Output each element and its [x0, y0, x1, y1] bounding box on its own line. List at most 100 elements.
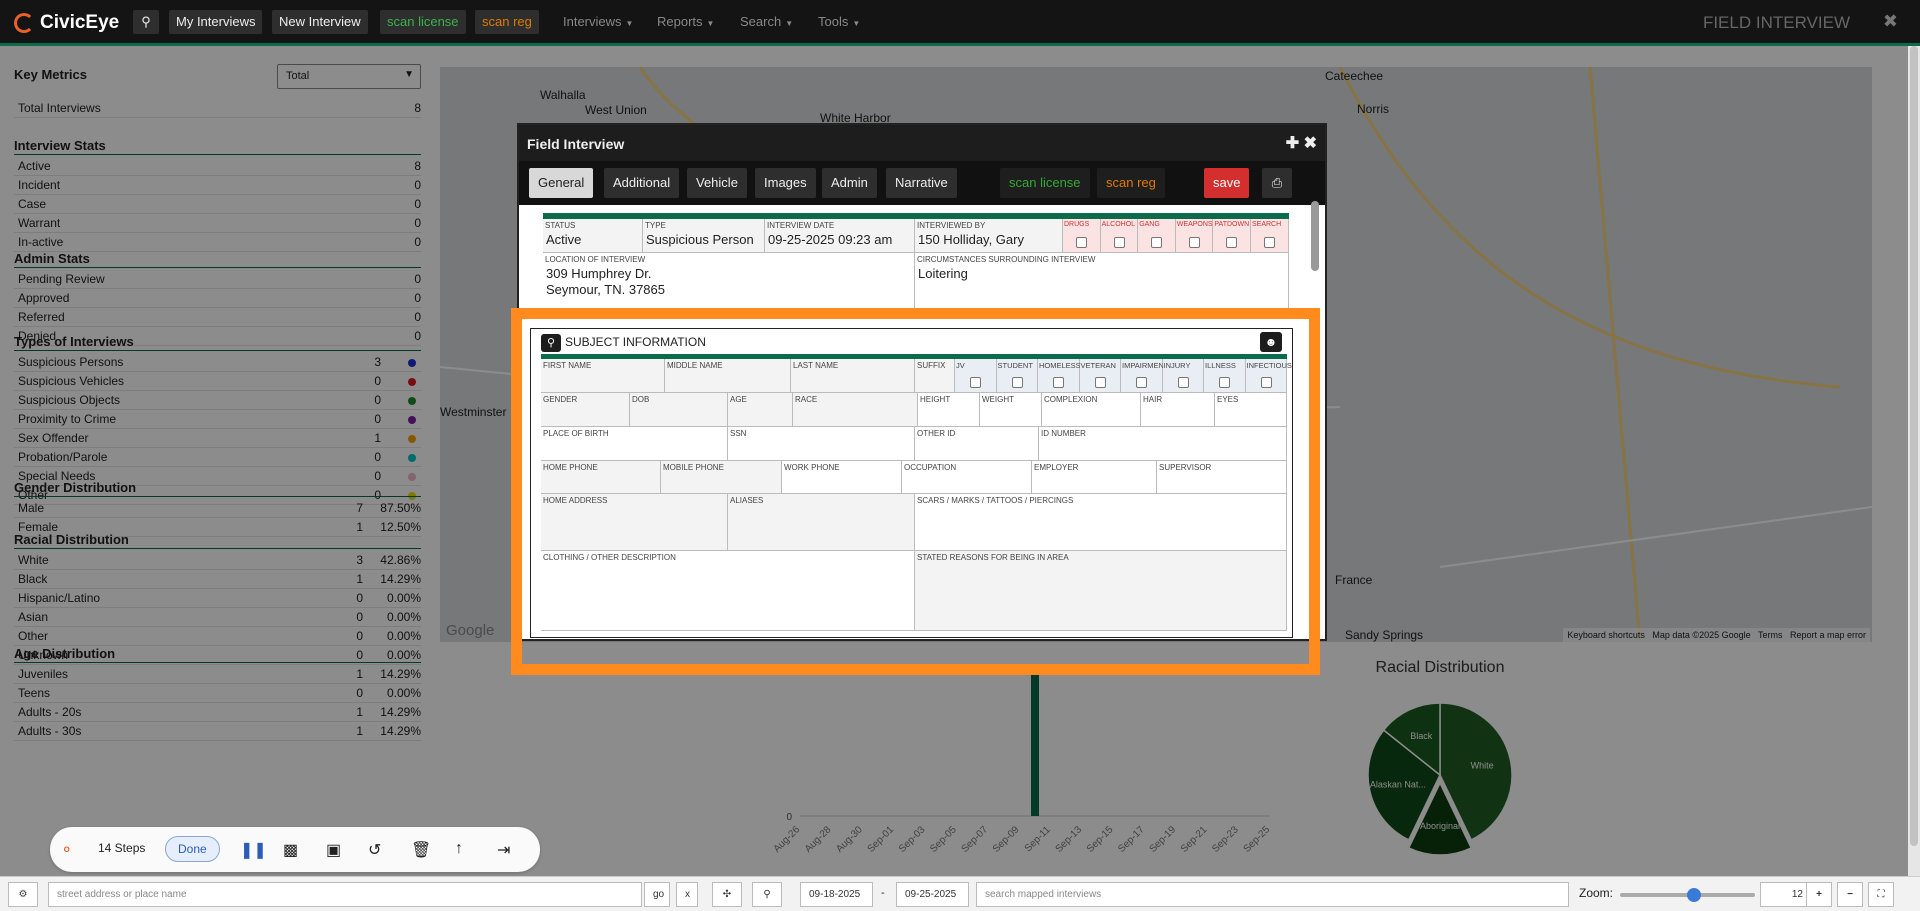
print-icon[interactable]: ⎙ [1262, 168, 1292, 198]
save-button[interactable]: save [1204, 168, 1250, 198]
checkbox[interactable] [1177, 377, 1189, 388]
location-field[interactable]: LOCATION OF INTERVIEW 309 Humphrey Dr. Sey… [543, 253, 915, 311]
subject-field[interactable]: DOB [630, 393, 728, 427]
subject-field[interactable]: MIDDLE NAME [665, 359, 791, 393]
checkbox[interactable] [1188, 237, 1200, 248]
subject-field[interactable]: WORK PHONE [782, 461, 902, 494]
checkbox[interactable] [1094, 377, 1106, 388]
flag-patdown[interactable]: PATDOWN [1213, 219, 1251, 253]
skip-icon[interactable]: ⇥ [497, 840, 510, 860]
date-from-input[interactable]: 09-18-2025 [800, 882, 873, 907]
search-icon[interactable]: ⚲ [133, 10, 159, 34]
upload-icon[interactable]: ↑ [455, 840, 463, 858]
subject-field[interactable]: EYES [1215, 393, 1287, 427]
checkbox[interactable] [970, 377, 981, 388]
subject-field[interactable]: PLACE OF BIRTH [541, 427, 728, 461]
page-scrollbar[interactable] [1908, 46, 1920, 876]
checkbox[interactable] [1076, 237, 1087, 248]
zoom-value[interactable]: 12 [1760, 882, 1812, 907]
menu-tools[interactable]: Tools ▼ [818, 14, 860, 29]
pause-icon[interactable]: ❚❚ [240, 840, 267, 860]
subject-flag-illness[interactable]: ILLNESS [1204, 359, 1246, 393]
go-button[interactable]: go [644, 882, 670, 907]
subject-flag-student[interactable]: STUDENT [996, 359, 1038, 393]
subject-field[interactable]: ALIASES [728, 494, 915, 551]
menu-reports[interactable]: Reports ▼ [657, 14, 714, 29]
tab-vehicle[interactable]: Vehicle [687, 168, 747, 198]
flag-search[interactable]: SEARCH [1251, 219, 1289, 253]
subject-flag-injury[interactable]: INJURY [1162, 359, 1204, 393]
image-icon[interactable]: ▣ [326, 840, 341, 860]
menu-search[interactable]: Search ▼ [740, 14, 793, 29]
menu-interviews[interactable]: Interviews ▼ [563, 14, 633, 29]
close-icon[interactable]: ✖ [1304, 135, 1317, 152]
subject-field[interactable]: CLOTHING / OTHER DESCRIPTION [541, 551, 915, 631]
date-to-input[interactable]: 09-25-2025 [896, 882, 969, 907]
subject-field[interactable]: ID NUMBER [1039, 427, 1287, 461]
scan-license-button[interactable]: scan license [380, 10, 466, 34]
subject-field[interactable]: OTHER ID [915, 427, 1039, 461]
status-field[interactable]: STATUS Active [543, 219, 643, 253]
done-button[interactable]: Done [165, 836, 220, 862]
subject-flag-infectious[interactable]: INFECTIOUS [1245, 359, 1292, 393]
fullscreen-icon[interactable]: ⛶ [1868, 882, 1894, 907]
checkbox[interactable] [1226, 237, 1238, 248]
subject-field[interactable]: HOME PHONE [541, 461, 661, 494]
subject-flag-veteran[interactable]: VETERAN [1079, 359, 1121, 393]
subject-field[interactable]: SCARS / MARKS / TATTOOS / PIERCINGS [915, 494, 1287, 551]
subject-field[interactable]: SSN [728, 427, 915, 461]
subject-field[interactable]: SUPERVISOR [1157, 461, 1287, 494]
tab-general[interactable]: General [529, 168, 594, 198]
subject-field[interactable]: HEIGHT [918, 393, 980, 427]
modal-scrollbar[interactable] [1311, 201, 1319, 271]
app-logo[interactable]: CivicEye [14, 12, 119, 34]
subject-field[interactable]: HAIR [1141, 393, 1215, 427]
flag-gang[interactable]: GANG [1138, 219, 1176, 253]
blur-icon[interactable]: ▩ [283, 840, 298, 860]
search-icon[interactable]: ⚲ [541, 334, 561, 352]
subject-flag-homeless[interactable]: HOMELESS [1038, 359, 1081, 393]
flag-weapons[interactable]: WEAPONS [1175, 219, 1214, 253]
interview-date-field[interactable]: INTERVIEW DATE 09-25-2025 09:23 am [765, 219, 915, 253]
locate-icon[interactable]: ✣ [712, 882, 742, 907]
subject-field[interactable]: SUFFIX [915, 359, 955, 393]
subject-flag-jv[interactable]: JV [955, 359, 997, 393]
zoom-slider-thumb[interactable] [1687, 888, 1702, 902]
zoom-out-button[interactable]: − [1837, 882, 1863, 907]
scroll-thumb[interactable] [1910, 46, 1918, 846]
checkbox[interactable] [1219, 377, 1230, 388]
pin-icon[interactable]: ⚲ [752, 882, 782, 907]
tab-additional[interactable]: Additional [604, 168, 680, 198]
person-icon[interactable]: ☻ [1260, 332, 1282, 352]
subject-field[interactable]: MOBILE PHONE [661, 461, 782, 494]
my-interviews-button[interactable]: My Interviews [169, 10, 263, 34]
subject-field[interactable]: STATED REASONS FOR BEING IN AREA [915, 551, 1287, 631]
subject-field[interactable]: WEIGHT [980, 393, 1042, 427]
tab-images[interactable]: Images [755, 168, 816, 198]
subject-field[interactable]: AGE [728, 393, 793, 427]
zoom-slider[interactable] [1620, 888, 1755, 902]
scan-license-button[interactable]: scan license [1000, 168, 1090, 198]
trash-icon[interactable]: 🗑 [411, 840, 431, 860]
undo-icon[interactable]: ↺ [368, 840, 381, 860]
zoom-in-button[interactable]: + [1806, 882, 1832, 907]
subject-field[interactable]: EMPLOYER [1032, 461, 1157, 494]
scan-reg-button[interactable]: scan reg [1097, 168, 1165, 198]
subject-field[interactable]: LAST NAME [791, 359, 915, 393]
subject-flag-impairment[interactable]: IMPAIRMENT [1121, 359, 1169, 393]
circumstances-field[interactable]: CIRCUMSTANCES SURROUNDING INTERVIEW Loite… [915, 253, 1289, 311]
subject-field[interactable]: HOME ADDRESS [541, 494, 728, 551]
subject-field[interactable]: COMPLEXION [1042, 393, 1141, 427]
tab-narrative[interactable]: Narrative [886, 168, 957, 198]
checkbox[interactable] [1136, 377, 1147, 388]
new-interview-button[interactable]: New Interview [272, 10, 368, 34]
checkbox[interactable] [1113, 237, 1125, 248]
type-field[interactable]: TYPE Suspicious Person [643, 219, 765, 253]
settings-icon[interactable]: ⚙ [8, 882, 38, 907]
checkbox[interactable] [1053, 377, 1064, 388]
subject-field[interactable]: GENDER [541, 393, 630, 427]
tab-admin[interactable]: Admin [822, 168, 877, 198]
subject-field[interactable]: FIRST NAME [541, 359, 665, 393]
close-icon[interactable]: ✖ [1883, 11, 1898, 32]
scan-reg-button[interactable]: scan reg [475, 10, 539, 34]
